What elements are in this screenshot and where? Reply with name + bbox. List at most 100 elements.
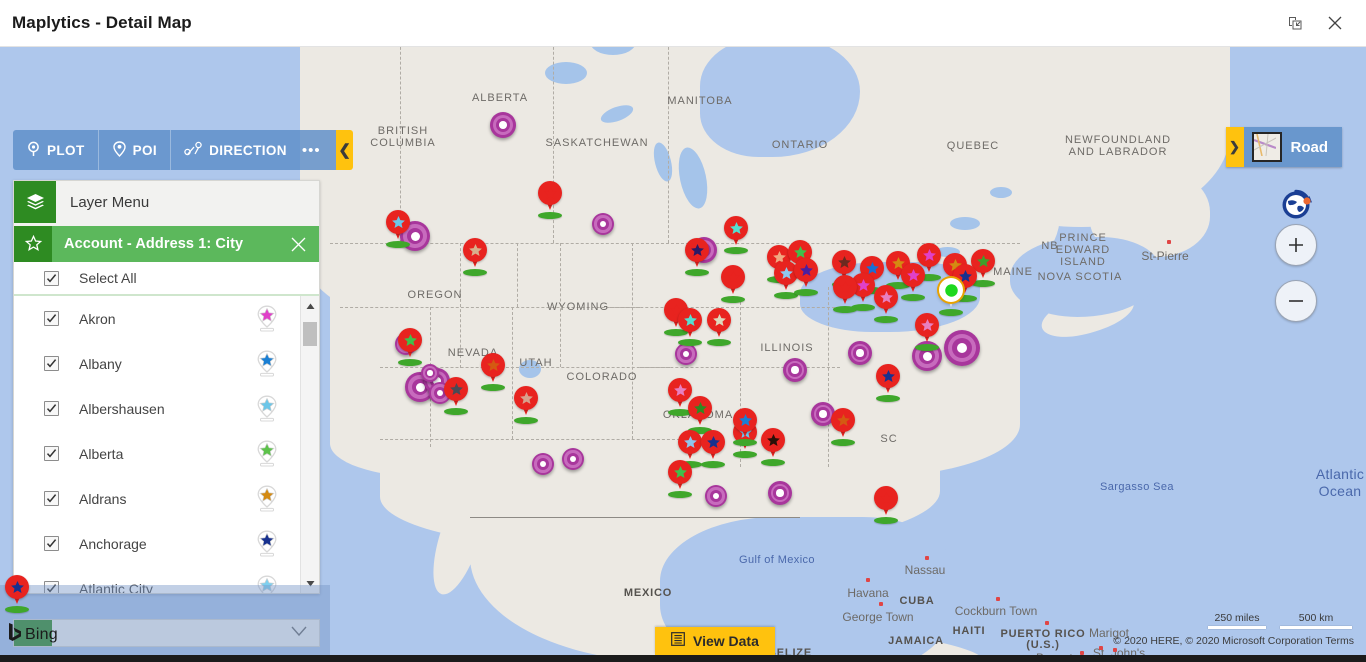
map-viewport[interactable]: ALBERTA BRITISH COLUMBIA SASKATCHEWAN MANITO…: [0, 47, 1366, 655]
map-cluster-marker[interactable]: [562, 448, 584, 470]
toolbar-collapse-button[interactable]: ❮: [336, 130, 353, 170]
map-cluster-marker[interactable]: [592, 213, 614, 235]
list-item-pin-icon[interactable]: [256, 350, 278, 378]
map-pin[interactable]: [2, 575, 32, 613]
globe-locate-icon[interactable]: [1276, 184, 1318, 226]
select-all-checkbox[interactable]: [44, 270, 59, 286]
pop-in-icon[interactable]: [1282, 10, 1308, 36]
map-pin[interactable]: [871, 285, 901, 323]
map-pin[interactable]: [685, 396, 715, 434]
map-type-control[interactable]: ❯ Road: [1225, 127, 1342, 167]
list-item-checkbox[interactable]: [44, 491, 59, 506]
map-type-expander[interactable]: ❯: [1225, 127, 1244, 167]
map-pin[interactable]: [441, 377, 471, 415]
map-cluster-marker[interactable]: [783, 358, 807, 382]
map-pin[interactable]: [698, 430, 728, 468]
cluster-ring: [427, 370, 433, 376]
scale-km-label: 500 km: [1298, 612, 1334, 624]
pin-star-icon: [683, 313, 697, 326]
map-pin[interactable]: [535, 181, 565, 219]
bing-logo-icon: [8, 622, 22, 647]
map-pin[interactable]: [704, 308, 734, 346]
list-item-pin-icon[interactable]: [256, 485, 278, 513]
pin-base: [701, 461, 725, 468]
map-cluster-marker[interactable]: [768, 481, 792, 505]
map-pin[interactable]: [478, 353, 508, 391]
cluster-ring: [499, 121, 507, 129]
pin-star-icon: [403, 333, 417, 346]
list-item[interactable]: Anchorage: [14, 521, 300, 566]
map-pin[interactable]: [675, 308, 705, 346]
pin-base: [463, 269, 487, 276]
map-cluster-marker[interactable]: [675, 343, 697, 365]
pin-star-icon: [906, 268, 920, 281]
map-pin[interactable]: [511, 386, 541, 424]
bing-logo[interactable]: Bing: [8, 622, 58, 647]
layer-menu-row[interactable]: Layer Menu: [14, 181, 319, 223]
scale-miles: 250 miles: [1208, 612, 1266, 629]
list-item[interactable]: Alberta: [14, 431, 300, 476]
list-item[interactable]: Albany: [14, 341, 300, 386]
map-pin[interactable]: [912, 313, 942, 351]
map-pin[interactable]: [871, 486, 901, 524]
list-item[interactable]: Akron: [14, 296, 300, 341]
list-item-checkbox[interactable]: [44, 446, 59, 461]
pin-star-icon: [766, 433, 780, 446]
map-cluster-marker[interactable]: [848, 341, 872, 365]
list-item[interactable]: Aldrans: [14, 476, 300, 521]
zoom-in-button[interactable]: [1275, 224, 1317, 266]
list-item-checkbox[interactable]: [44, 401, 59, 416]
map-cluster-marker[interactable]: [532, 453, 554, 475]
map-pin[interactable]: [936, 278, 966, 316]
map-pin[interactable]: [830, 275, 860, 313]
page-title: Maplytics - Detail Map: [12, 13, 192, 32]
map-pin[interactable]: [718, 265, 748, 303]
map-pin[interactable]: [730, 408, 760, 446]
map-pin[interactable]: [873, 364, 903, 402]
map-cluster-marker[interactable]: [944, 330, 980, 366]
view-data-button[interactable]: View Data: [655, 627, 775, 655]
pin-base: [724, 247, 748, 254]
toolbar-poi-button[interactable]: POI: [99, 130, 172, 170]
cluster-ring: [415, 382, 425, 392]
zoom-out-button[interactable]: [1275, 280, 1317, 322]
map-pin[interactable]: [791, 258, 821, 296]
map-pin[interactable]: [721, 216, 751, 254]
list-item-pin-icon[interactable]: [256, 440, 278, 468]
map-pin[interactable]: [898, 263, 928, 301]
chevron-up-icon[interactable]: [301, 298, 319, 314]
map-pin[interactable]: [395, 328, 425, 366]
plot-pin-icon: [26, 141, 41, 160]
map-cluster-marker[interactable]: [490, 112, 516, 138]
map-cluster-marker[interactable]: [705, 485, 727, 507]
map-pin[interactable]: [758, 428, 788, 466]
map-type-road-button[interactable]: Road: [1243, 127, 1342, 167]
list-item-pin-icon[interactable]: [256, 305, 278, 333]
select-all-row[interactable]: Select All: [14, 262, 319, 296]
pin-star-icon: [543, 186, 557, 199]
list-item-checkbox[interactable]: [44, 356, 59, 371]
toolbar-plot-button[interactable]: PLOT: [13, 130, 99, 170]
map-pin[interactable]: [665, 460, 695, 498]
list-item[interactable]: Albershausen: [14, 386, 300, 431]
layer-close-icon[interactable]: [290, 236, 307, 253]
list-item-checkbox[interactable]: [44, 536, 59, 551]
list-item-pin-icon[interactable]: [256, 395, 278, 423]
layer-panel: Layer Menu Account - Address 1: City Sel…: [13, 180, 320, 594]
map-pin[interactable]: [828, 408, 858, 446]
map-pin[interactable]: [460, 238, 490, 276]
list-item-pin-icon[interactable]: [256, 530, 278, 558]
map-pin[interactable]: [383, 210, 413, 248]
scrollbar-thumb[interactable]: [303, 322, 317, 346]
close-icon[interactable]: [1322, 10, 1348, 36]
list-item-checkbox[interactable]: [44, 311, 59, 326]
map-city-dot: [879, 602, 883, 606]
pin-star-icon: [683, 435, 697, 448]
map-pin[interactable]: [682, 238, 712, 276]
toolbar-more-button[interactable]: •••: [299, 130, 323, 170]
border-state-v3: [560, 243, 561, 367]
toolbar-direction-button[interactable]: DIRECTION: [171, 130, 300, 170]
layer-list-scrollbar[interactable]: [300, 296, 319, 593]
attribution-terms-link[interactable]: Terms: [1325, 635, 1354, 647]
map-cluster-marker[interactable]: [421, 364, 439, 382]
